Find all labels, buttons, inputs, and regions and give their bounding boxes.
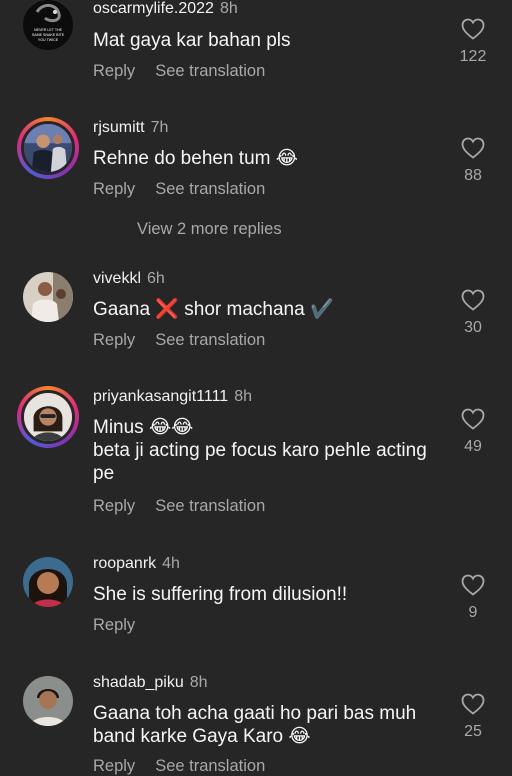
comment-actions: Reply See translation [93, 180, 265, 199]
comment-text: Mat gaya kar bahan pls [93, 30, 291, 51]
username[interactable]: rjsumitt [93, 119, 145, 136]
like-count: 9 [468, 604, 478, 621]
avatar[interactable] [17, 386, 79, 448]
timestamp: 8h [189, 674, 208, 691]
timestamp: 4h [162, 555, 180, 572]
reply-button[interactable]: Reply [93, 616, 135, 634]
timestamp: 7h [150, 119, 169, 136]
timestamp: 8h [234, 388, 252, 405]
reply-button[interactable]: Reply [93, 180, 135, 198]
see-translation-button[interactable]: See translation [155, 62, 265, 80]
like-count: 122 [459, 48, 487, 65]
reply-button[interactable]: Reply [93, 62, 135, 80]
avatar[interactable] [23, 272, 73, 322]
comment-actions: Reply [93, 616, 135, 635]
comment-text: Gaana toh acha gaati ho pari bas muh ban… [93, 703, 417, 747]
see-translation-button[interactable]: See translation [155, 757, 265, 775]
svg-text:YOU TWICE: YOU TWICE [38, 38, 59, 42]
heart-icon [461, 408, 485, 430]
heart-icon [461, 137, 485, 159]
see-translation-button[interactable]: See translation [155, 497, 265, 515]
svg-text:NEVER LET THE: NEVER LET THE [34, 28, 63, 32]
comment-actions: Reply See translation [93, 331, 265, 350]
comment-meta: shadab_piku 8h [93, 674, 208, 692]
like-count: 88 [464, 167, 482, 184]
comment-text: Gaana ❌ shor machana ✔️ [93, 299, 334, 320]
see-translation-button[interactable]: See translation [155, 331, 265, 349]
comment-text: She is suffering from dilusion!! [93, 584, 348, 605]
heart-icon [461, 289, 485, 311]
like-count: 30 [464, 319, 482, 336]
reply-button[interactable]: Reply [93, 757, 135, 775]
comment-meta: oscarmylife.2022 8h [93, 0, 238, 18]
avatar[interactable] [23, 557, 73, 607]
avatar[interactable]: NEVER LET THE SAME SNAKE BITE YOU TWICE [23, 0, 73, 50]
username[interactable]: shadab_piku [93, 674, 184, 691]
heart-icon [461, 693, 485, 715]
comment-meta: vivekkl 6h [93, 270, 165, 288]
heart-icon [461, 18, 485, 40]
like-button[interactable]: 122 [452, 18, 494, 66]
like-button[interactable]: 88 [452, 137, 494, 185]
comment-meta: roopanrk 4h [93, 555, 180, 573]
like-button[interactable]: 9 [452, 574, 494, 622]
comment-meta: rjsumitt 7h [93, 119, 168, 137]
timestamp: 8h [219, 0, 238, 17]
avatar[interactable] [23, 676, 73, 726]
username[interactable]: roopanrk [93, 555, 156, 572]
like-count: 25 [464, 723, 482, 740]
view-more-replies-button[interactable]: View 2 more replies [137, 220, 282, 239]
username[interactable]: priyankasangit1111 [93, 388, 228, 405]
heart-icon [461, 574, 485, 596]
comment-text: Rehne do behen tum 😂 [93, 148, 298, 169]
comment-text: Minus 😂😂 beta ji acting pe focus karo pe… [93, 417, 427, 484]
username[interactable]: oscarmylife.2022 [93, 0, 214, 17]
reply-button[interactable]: Reply [93, 497, 135, 515]
see-translation-button[interactable]: See translation [155, 180, 265, 198]
like-count: 49 [464, 438, 482, 455]
svg-text:SAME SNAKE BITE: SAME SNAKE BITE [32, 33, 65, 37]
comment-actions: Reply See translation [93, 497, 265, 516]
timestamp: 6h [147, 270, 165, 287]
like-button[interactable]: 25 [452, 693, 494, 741]
avatar[interactable] [17, 117, 79, 179]
username[interactable]: vivekkl [93, 270, 141, 287]
comment-actions: Reply See translation [93, 62, 265, 81]
like-button[interactable]: 30 [452, 289, 494, 337]
reply-button[interactable]: Reply [93, 331, 135, 349]
like-button[interactable]: 49 [452, 408, 494, 456]
comment-meta: priyankasangit1111 8h [93, 388, 252, 406]
